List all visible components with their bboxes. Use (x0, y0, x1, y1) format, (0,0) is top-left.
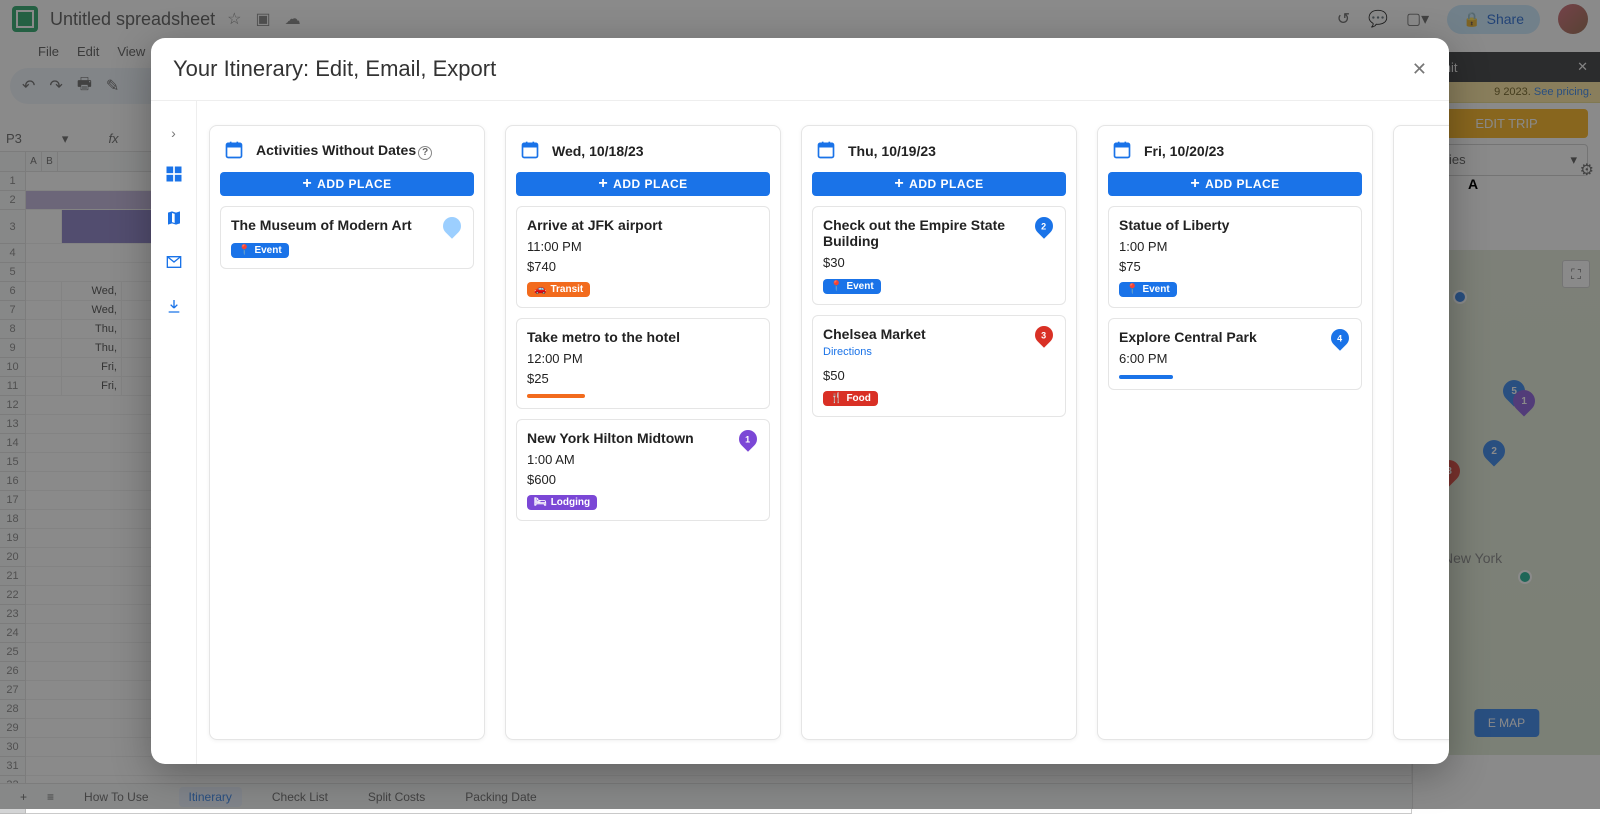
card-title: Check out the Empire State Building (823, 217, 1055, 249)
card-meta: $30 (823, 253, 1055, 273)
day-column-partial: . A (1393, 125, 1449, 740)
tag-stub (1119, 375, 1173, 379)
plus-icon: + (598, 177, 608, 191)
card-meta: $25 (527, 369, 759, 389)
card-meta: $600 (527, 470, 759, 490)
kanban-board: Activities Without Dates? +ADD PLACE The… (197, 101, 1449, 764)
add-place-button[interactable]: +ADD PLACE (516, 172, 770, 196)
category-tag: 🚗Transit (527, 282, 590, 297)
card-title: Arrive at JFK airport (527, 217, 759, 233)
plus-icon: + (302, 177, 312, 191)
itinerary-modal: Your Itinerary: Edit, Email, Export ✕ › (151, 38, 1449, 764)
activity-card[interactable]: Arrive at JFK airport 11:00 PM$740 🚗Trans… (516, 206, 770, 308)
place-pin-icon: 3 (1035, 326, 1055, 346)
day-column: Wed, 10/18/23 +ADD PLACE Arrive at JFK a… (505, 125, 781, 740)
card-meta: $50 (823, 366, 1055, 386)
column-title: Wed, 10/18/23 (552, 143, 644, 159)
board-view-icon[interactable] (163, 163, 185, 185)
card-title: Take metro to the hotel (527, 329, 759, 345)
modal-overlay: Your Itinerary: Edit, Email, Export ✕ › (0, 0, 1600, 809)
category-tag: 📍Event (823, 279, 881, 294)
column-title: Activities Without Dates? (256, 142, 432, 160)
add-place-button[interactable]: +ADD PLACE (1108, 172, 1362, 196)
activity-card[interactable]: 4 Explore Central Park 6:00 PM (1108, 318, 1362, 390)
add-place-button[interactable]: +ADD PLACE (812, 172, 1066, 196)
card-meta: 1:00 PM (1119, 237, 1351, 257)
close-modal-icon[interactable]: ✕ (1412, 59, 1427, 80)
card-title: Statue of Liberty (1119, 217, 1351, 233)
column-title: Thu, 10/19/23 (848, 143, 936, 159)
activity-card[interactable]: 1 New York Hilton Midtown 1:00 AM$600 🛏Lo… (516, 419, 770, 521)
place-pin-icon: 4 (1331, 329, 1351, 349)
help-icon[interactable]: ? (418, 146, 432, 160)
activity-card[interactable]: The Museum of Modern Art 📍Event (220, 206, 474, 269)
card-meta: 11:00 PM (527, 237, 759, 257)
card-title: Chelsea Market (823, 326, 1055, 342)
card-meta: 1:00 AM (527, 450, 759, 470)
activity-card[interactable]: 3 Chelsea Market Directions $50 🍴Food (812, 315, 1066, 418)
day-column: Thu, 10/19/23 +ADD PLACE 2 Check out the… (801, 125, 1077, 740)
card-meta: 6:00 PM (1119, 349, 1351, 369)
activity-card[interactable]: Statue of Liberty 1:00 PM$75 📍Event (1108, 206, 1362, 308)
card-title: Explore Central Park (1119, 329, 1351, 345)
directions-link[interactable]: Directions (823, 346, 1055, 358)
day-column: Fri, 10/20/23 +ADD PLACE Statue of Liber… (1097, 125, 1373, 740)
place-pin-icon (443, 217, 463, 237)
card-title: The Museum of Modern Art (231, 217, 463, 233)
plus-icon: + (1190, 177, 1200, 191)
map-view-icon[interactable] (163, 207, 185, 229)
modal-rail: › (151, 101, 197, 764)
calendar-icon (816, 140, 838, 162)
place-pin-icon: 2 (1035, 217, 1055, 237)
email-icon[interactable] (163, 251, 185, 273)
place-pin-icon: 1 (739, 430, 759, 450)
activity-card[interactable]: 2 Check out the Empire State Building $3… (812, 206, 1066, 305)
calendar-icon (224, 140, 246, 162)
expand-rail-icon[interactable]: › (171, 125, 176, 141)
column-title: Fri, 10/20/23 (1144, 143, 1224, 159)
card-meta: $75 (1119, 257, 1351, 277)
card-meta: $740 (527, 257, 759, 277)
category-tag: 🛏Lodging (527, 495, 597, 510)
download-icon[interactable] (163, 295, 185, 317)
tag-stub (527, 394, 585, 398)
add-place-button[interactable]: +ADD PLACE (220, 172, 474, 196)
card-title: New York Hilton Midtown (527, 430, 759, 446)
calendar-icon (1112, 140, 1134, 162)
activity-card[interactable]: Take metro to the hotel 12:00 PM$25 (516, 318, 770, 409)
category-tag: 📍Event (231, 243, 289, 258)
calendar-icon (520, 140, 542, 162)
modal-title: Your Itinerary: Edit, Email, Export (173, 56, 496, 82)
plus-icon: + (894, 177, 904, 191)
category-tag: 🍴Food (823, 391, 878, 406)
category-tag: 📍Event (1119, 282, 1177, 297)
day-column: Activities Without Dates? +ADD PLACE The… (209, 125, 485, 740)
card-meta: 12:00 PM (527, 349, 759, 369)
